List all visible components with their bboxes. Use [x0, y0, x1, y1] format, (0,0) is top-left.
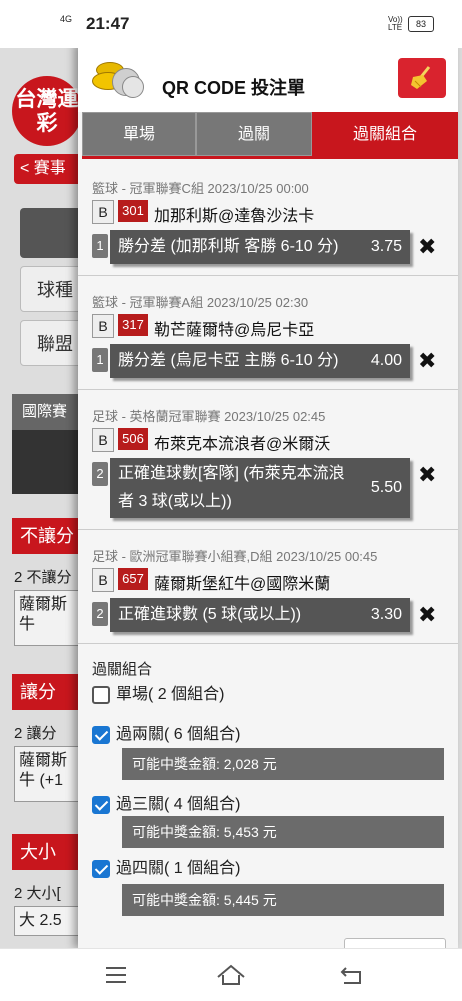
bet-teams: 勒芒薩爾特@烏尼卡亞 [154, 322, 315, 339]
checkbox[interactable] [92, 859, 110, 878]
remove-bet-button[interactable]: ✖ [418, 348, 436, 374]
bet-type-badge: B [92, 568, 114, 592]
tab-underline [82, 156, 458, 159]
bet-type-badge: B [92, 200, 114, 224]
volte-icon: Vo)) LTE [388, 15, 403, 32]
bet-selection: 正確進球數 (5 球(或以上)) 3.30 [110, 598, 410, 632]
bet-selection: 勝分差 (烏尼卡亞 主勝 6-10 分) 4.00 [110, 344, 410, 378]
selection-text-line2: 者 3 球(或以上)) [118, 493, 232, 510]
bet-info: 籃球 - 冠軍聯賽C組 2023/10/25 00:00 [92, 181, 309, 196]
bet-item: 籃球 - 冠軍聯賽C組 2023/10/25 00:00 B 301 加那利斯@… [78, 162, 458, 276]
drawer-header: QR CODE 投注單 [78, 44, 458, 112]
total-card[interactable]: 大 2.5 [14, 906, 84, 936]
odds: 3.30 [370, 606, 402, 623]
bet-selection: 正確進球數[客隊] (布萊克本流浪 者 3 球(或以上)) 5.50 [110, 458, 410, 518]
back-icon[interactable] [334, 957, 370, 993]
intl-title: 國際賽 [12, 394, 82, 430]
combo-label: 過兩關( 6 個組合) [116, 726, 241, 743]
bet-teams: 加那利斯@達魯沙法卡 [154, 208, 315, 225]
bet-number: 506 [118, 428, 148, 450]
slip-tabs: 單場 過關 過關組合 [82, 112, 458, 156]
prize-amount: 可能中獎金額: 2,028 元 [122, 748, 444, 780]
prize-amount: 可能中獎金額: 5,453 元 [122, 816, 444, 848]
remove-bet-button[interactable]: ✖ [418, 234, 436, 260]
combo-title: 過關組合 [92, 661, 153, 678]
bet-info: 足球 - 歐洲冠軍聯賽小組賽,D組 2023/10/25 00:45 [92, 549, 378, 564]
home-icon[interactable] [213, 957, 249, 993]
remove-bet-button[interactable]: ✖ [418, 462, 436, 488]
drawer-title: QR CODE 投注單 [162, 78, 306, 98]
no-handicap-card[interactable]: 薩爾斯 牛 [14, 590, 84, 646]
bet-index: 2 [92, 462, 108, 486]
checkbox[interactable] [92, 725, 110, 744]
clear-slip-button[interactable] [398, 58, 446, 98]
status-bar: 4G 21:47 Vo)) LTE 83 [0, 0, 462, 48]
signal-icon: 4G [60, 14, 73, 24]
checkbox[interactable] [92, 685, 110, 704]
bet-type-badge: B [92, 428, 114, 452]
selection-text: 勝分差 (烏尼卡亞 主勝 6-10 分) [118, 352, 339, 369]
dark-panel [12, 430, 82, 494]
bet-teams: 布萊克本流浪者@米爾沃 [154, 436, 331, 453]
tab-parlay[interactable]: 過關 [196, 112, 312, 156]
checkbox[interactable] [92, 795, 110, 814]
bet-index: 2 [92, 602, 108, 626]
bet-item: 足球 - 英格蘭冠軍聯賽 2023/10/25 02:45 B 506 布萊克本… [78, 390, 458, 530]
system-nav-bar [0, 948, 462, 1001]
bet-teams: 薩爾斯堡紅牛@國際米蘭 [154, 576, 331, 593]
handicap-sub: 2 讓分 [14, 725, 57, 742]
selection-text: 勝分差 (加那利斯 客勝 6-10 分) [118, 238, 339, 255]
bet-info: 足球 - 英格蘭冠軍聯賽 2023/10/25 02:45 [92, 409, 326, 424]
app-logo: 台灣運彩 [12, 76, 82, 146]
bet-number: 301 [118, 200, 148, 222]
odds: 4.00 [370, 352, 402, 369]
handicap-card[interactable]: 薩爾斯 牛 (+1 [14, 746, 84, 802]
section-no-handicap: 不讓分 [12, 518, 82, 554]
bet-slip-drawer: QR CODE 投注單 單場 過關 過關組合 籃球 - 冠軍聯賽C組 2023/… [78, 44, 458, 948]
menu-icon[interactable] [98, 957, 134, 993]
broom-icon [411, 66, 431, 89]
clock: 21:47 [86, 14, 130, 33]
bet-index: 1 [92, 348, 108, 372]
bet-info: 籃球 - 冠軍聯賽A組 2023/10/25 02:30 [92, 295, 309, 310]
no-handicap-sub: 2 不讓分 [14, 569, 72, 586]
back-tab[interactable]: < 賽事 [14, 154, 84, 184]
bet-type-badge: B [92, 314, 114, 338]
combo-two[interactable]: 過兩關( 6 個組合) [92, 720, 240, 744]
tab-single[interactable]: 單場 [82, 112, 196, 156]
remove-bet-button[interactable]: ✖ [418, 602, 436, 628]
combo-label: 過三關( 4 個組合) [116, 796, 241, 813]
bet-number: 317 [118, 314, 148, 336]
odds: 3.75 [370, 238, 402, 255]
bet-selection: 勝分差 (加那利斯 客勝 6-10 分) 3.75 [110, 230, 410, 264]
combo-label: 單場( 2 個組合) [116, 686, 225, 703]
bet-amount-input[interactable] [344, 938, 446, 948]
bet-number: 657 [118, 568, 148, 590]
prize-amount: 可能中獎金額: 5,445 元 [122, 884, 444, 916]
combo-single[interactable]: 單場( 2 個組合) [92, 680, 224, 704]
combo-three[interactable]: 過三關( 4 個組合) [92, 790, 240, 814]
selection-text: 正確進球數 (5 球(或以上)) [118, 606, 302, 623]
section-total: 大小 [12, 834, 82, 870]
bet-index: 1 [92, 234, 108, 258]
total-sub: 2 大小[ [14, 885, 61, 902]
section-handicap: 讓分 [12, 674, 82, 710]
battery-icon: 83 [408, 16, 434, 32]
bet-item: 籃球 - 冠軍聯賽A組 2023/10/25 02:30 B 317 勒芒薩爾特… [78, 276, 458, 390]
odds: 5.50 [370, 479, 402, 496]
coins-icon [92, 58, 144, 98]
selection-text-line1: 正確進球數[客隊] (布萊克本流浪 [118, 465, 345, 482]
combo-label: 過四關( 1 個組合) [116, 860, 241, 877]
combo-four[interactable]: 過四關( 1 個組合) [92, 854, 240, 878]
bet-item: 足球 - 歐洲冠軍聯賽小組賽,D組 2023/10/25 00:45 B 657… [78, 530, 458, 644]
tab-parlay-combo[interactable]: 過關組合 [312, 112, 458, 156]
bet-amount-row [78, 932, 458, 948]
